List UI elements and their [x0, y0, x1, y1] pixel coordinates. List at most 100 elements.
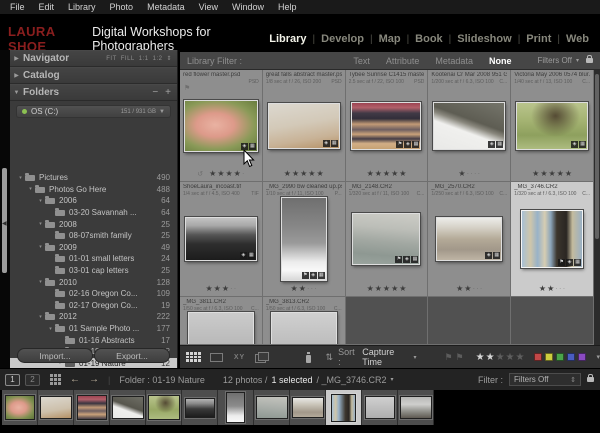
module-book[interactable]: Book — [409, 33, 449, 45]
star-icon[interactable]: ★ — [476, 352, 485, 363]
module-slideshow[interactable]: Slideshow — [451, 33, 517, 45]
photo-cell[interactable]: Victoria May 2006 0574 blur...1/40 sec a… — [511, 70, 594, 182]
filter-lock-icon[interactable] — [586, 58, 593, 63]
folder-row-03-01-cap-letters[interactable]: 03-01 cap letters25 — [10, 265, 177, 277]
filmstrip-thumb-grass-tree[interactable] — [146, 390, 182, 425]
folder-row-02-17-oregon-co-[interactable]: 02-17 Oregon Co...19 — [10, 300, 177, 312]
photo-cell[interactable]: _MG_2570.CR21/250 sec at f / 6.3, ISO 10… — [428, 182, 511, 297]
volume-browser[interactable]: OS (C:) 151 / 931 GB ▼ — [16, 105, 171, 118]
filmstrip-thumb-gray-water[interactable] — [254, 390, 290, 425]
chevron-down-icon[interactable]: ▾ — [391, 376, 394, 383]
keyword-badge-icon[interactable]: ◈ — [403, 256, 410, 263]
color-label-chip-0[interactable] — [534, 353, 542, 361]
photo-thumbnail[interactable]: ◈▦ — [516, 102, 588, 150]
menu-item-photo[interactable]: Photo — [103, 2, 141, 12]
module-print[interactable]: Print — [520, 33, 557, 45]
grid-view-button[interactable] — [185, 350, 203, 364]
rotate-left-icon[interactable]: ↺ — [197, 170, 203, 178]
color-label-chip-4[interactable] — [578, 353, 586, 361]
import-button[interactable]: Import... — [17, 348, 93, 363]
keyword-badge-icon[interactable]: ◈ — [566, 259, 573, 266]
photo-cell[interactable]: Kootenai Cr Mar 2008 951 GL...1/200 sec … — [428, 70, 511, 182]
filmstrip-thumb-birch-trees[interactable] — [326, 390, 362, 425]
main-window-button[interactable]: 1 — [5, 374, 20, 386]
grid-scrollbar[interactable] — [594, 70, 600, 345]
keyword-badge-icon[interactable]: ◈ — [241, 143, 248, 150]
color-label-chip-3[interactable] — [567, 353, 575, 361]
sort-value-dropdown[interactable]: Capture Time — [362, 347, 410, 367]
folder-row-2006[interactable]: ▾200664 — [10, 195, 177, 207]
zoom-option-fill[interactable]: FILL — [121, 56, 135, 62]
filmstrip-thumb-clouds[interactable] — [362, 390, 398, 425]
cell-star-rating[interactable]: ↺★★★★· — [180, 170, 262, 178]
color-label-chip-2[interactable] — [556, 353, 564, 361]
crop-badge-icon[interactable]: ▦ — [318, 272, 325, 279]
filmstrip-filter-dropdown[interactable]: Filters Off ⇕ — [509, 373, 581, 386]
cell-star-rating[interactable]: ★★★★★ — [346, 285, 428, 293]
star-icon[interactable]: ★ — [516, 352, 525, 363]
flag-badge-icon[interactable]: ⚑ — [395, 256, 402, 263]
module-library[interactable]: Library — [263, 33, 312, 45]
flag-reject-icon[interactable]: ⚑ — [456, 352, 464, 363]
filmstrip-thumb-beige-abstract[interactable] — [38, 390, 74, 425]
toolbar-star-rating[interactable]: ★★★★★ — [476, 352, 525, 363]
current-folder-label[interactable]: Folder : 01-19 Nature — [119, 375, 205, 385]
folder-row-01-sample-photo-[interactable]: ▾01 Sample Photo ...177 — [10, 323, 177, 335]
folder-row-pictures[interactable]: ▾Pictures490 — [10, 172, 177, 184]
filter-option-text[interactable]: Text — [353, 56, 370, 66]
zoom-option-fit[interactable]: FIT — [106, 56, 117, 62]
crop-badge-icon[interactable]: ▦ — [249, 143, 256, 150]
flag-badge-icon[interactable]: ⚑ — [558, 259, 565, 266]
color-label-chips[interactable] — [534, 353, 586, 361]
folder-row-03-20-savannah-[interactable]: 03-20 Savannah ...64 — [10, 207, 177, 219]
crop-badge-icon[interactable]: ▦ — [574, 259, 581, 266]
crop-badge-icon[interactable]: ▦ — [331, 140, 338, 147]
keyword-badge-icon[interactable]: ◈ — [404, 141, 411, 148]
star-icon[interactable]: ★ — [496, 352, 505, 363]
cell-star-rating[interactable]: ★★★★★ — [346, 170, 428, 178]
photo-thumbnail[interactable]: ◈▦ — [436, 217, 502, 261]
flag-badge-icon[interactable]: ⚑ — [302, 272, 309, 279]
filmstrip-filter-lock-icon[interactable] — [587, 377, 594, 382]
cell-star-rating[interactable]: ★★★·· — [180, 285, 262, 293]
photo-thumbnail[interactable] — [271, 312, 337, 345]
cell-star-rating[interactable]: ★★··· — [428, 285, 510, 293]
filmstrip-thumb-fog-tree[interactable] — [218, 390, 254, 425]
grid-scrollbar-thumb[interactable] — [595, 74, 599, 239]
menu-item-help[interactable]: Help — [271, 2, 304, 12]
photo-cell[interactable]: great falls abstract master.psd1/8 sec a… — [263, 70, 346, 182]
crop-badge-icon[interactable]: ▦ — [411, 256, 418, 263]
flag-badge-icon[interactable]: ⚑ — [396, 141, 403, 148]
module-map[interactable]: Map — [373, 33, 407, 45]
filmstrip-thumb-flower[interactable] — [2, 390, 38, 425]
filmstrip-thumb-mountains[interactable] — [290, 390, 326, 425]
menu-item-view[interactable]: View — [192, 2, 225, 12]
panel-collapse-strip[interactable]: ◀ — [0, 50, 10, 368]
toolbar-chevron-icon[interactable]: ▾ — [596, 353, 600, 361]
photo-thumbnail[interactable]: ⚑◈▦ — [351, 102, 421, 150]
keyword-badge-icon[interactable]: ◈ — [240, 252, 247, 259]
keyword-badge-icon[interactable]: ◈ — [323, 140, 330, 147]
crop-badge-icon[interactable]: ▦ — [496, 141, 503, 148]
navigator-zoom-options[interactable]: FITFILL1:11:2⇕ — [106, 55, 172, 62]
photo-cell[interactable]: Tybee Sunrise C1415 master...2.5 sec at … — [346, 70, 429, 182]
photo-cell[interactable]: _MG_3811.CR21/50 sec at f / 6.3, ISO 100… — [180, 297, 263, 345]
filmstrip-thumb-red-stripes[interactable] — [74, 390, 110, 425]
zoom-option-1:2[interactable]: 1:2 — [153, 56, 163, 62]
go-to-grid-icon[interactable] — [50, 374, 61, 385]
module-develop[interactable]: Develop — [315, 33, 370, 45]
second-window-button[interactable]: 2 — [25, 374, 40, 386]
photo-cell[interactable]: _MG_3746.CR21/320 sec at f / 6.3, ISO 10… — [511, 182, 594, 297]
navigator-panel-header[interactable]: ▶ Navigator FITFILL1:11:2⇕ — [10, 50, 177, 67]
cell-star-rating[interactable]: ★···· — [428, 170, 510, 178]
flag-pick-icon[interactable]: ⚑ — [444, 352, 452, 363]
cell-star-rating[interactable]: ★★★★★ — [263, 170, 345, 178]
keyword-badge-icon[interactable]: ◈ — [485, 252, 492, 259]
menu-item-file[interactable]: File — [3, 2, 32, 12]
compare-view-button[interactable]: XY — [231, 350, 249, 364]
folder-row-2012[interactable]: ▾2012222 — [10, 311, 177, 323]
crop-badge-icon[interactable]: ▦ — [579, 141, 586, 148]
folder-row-photos-go-here[interactable]: ▾Photos Go Here488 — [10, 184, 177, 196]
keyword-badge-icon[interactable]: ◈ — [571, 141, 578, 148]
menu-item-edit[interactable]: Edit — [32, 2, 62, 12]
